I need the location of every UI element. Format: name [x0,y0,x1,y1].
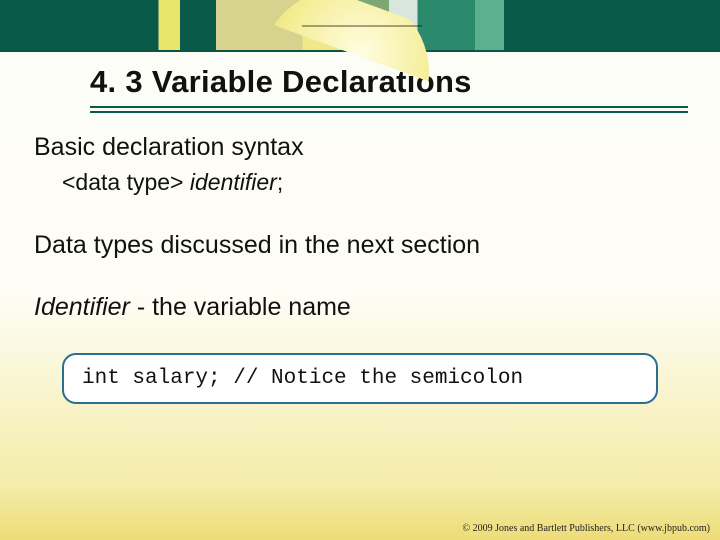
syntax-prefix: <data type> [62,169,190,195]
intro-line: Basic declaration syntax [34,132,686,163]
copyright-footer: © 2009 Jones and Bartlett Publishers, LL… [463,523,710,534]
syntax-identifier: identifier [190,169,277,195]
syntax-suffix: ; [277,169,283,195]
decorative-banner [0,0,720,52]
slide-title: 4. 3 Variable Declarations [90,64,688,100]
identifier-word: Identifier [34,293,130,321]
slide-body: Basic declaration syntax <data type> ide… [0,118,720,404]
divider [90,106,688,112]
identifier-rest: - the variable name [130,293,351,321]
identifier-line: Identifier - the variable name [34,292,686,323]
syntax-line: <data type> identifier; [34,169,686,196]
title-region: 4. 3 Variable Declarations [0,52,720,118]
data-types-line: Data types discussed in the next section [34,230,686,261]
code-example: int salary; // Notice the semicolon [62,353,658,404]
